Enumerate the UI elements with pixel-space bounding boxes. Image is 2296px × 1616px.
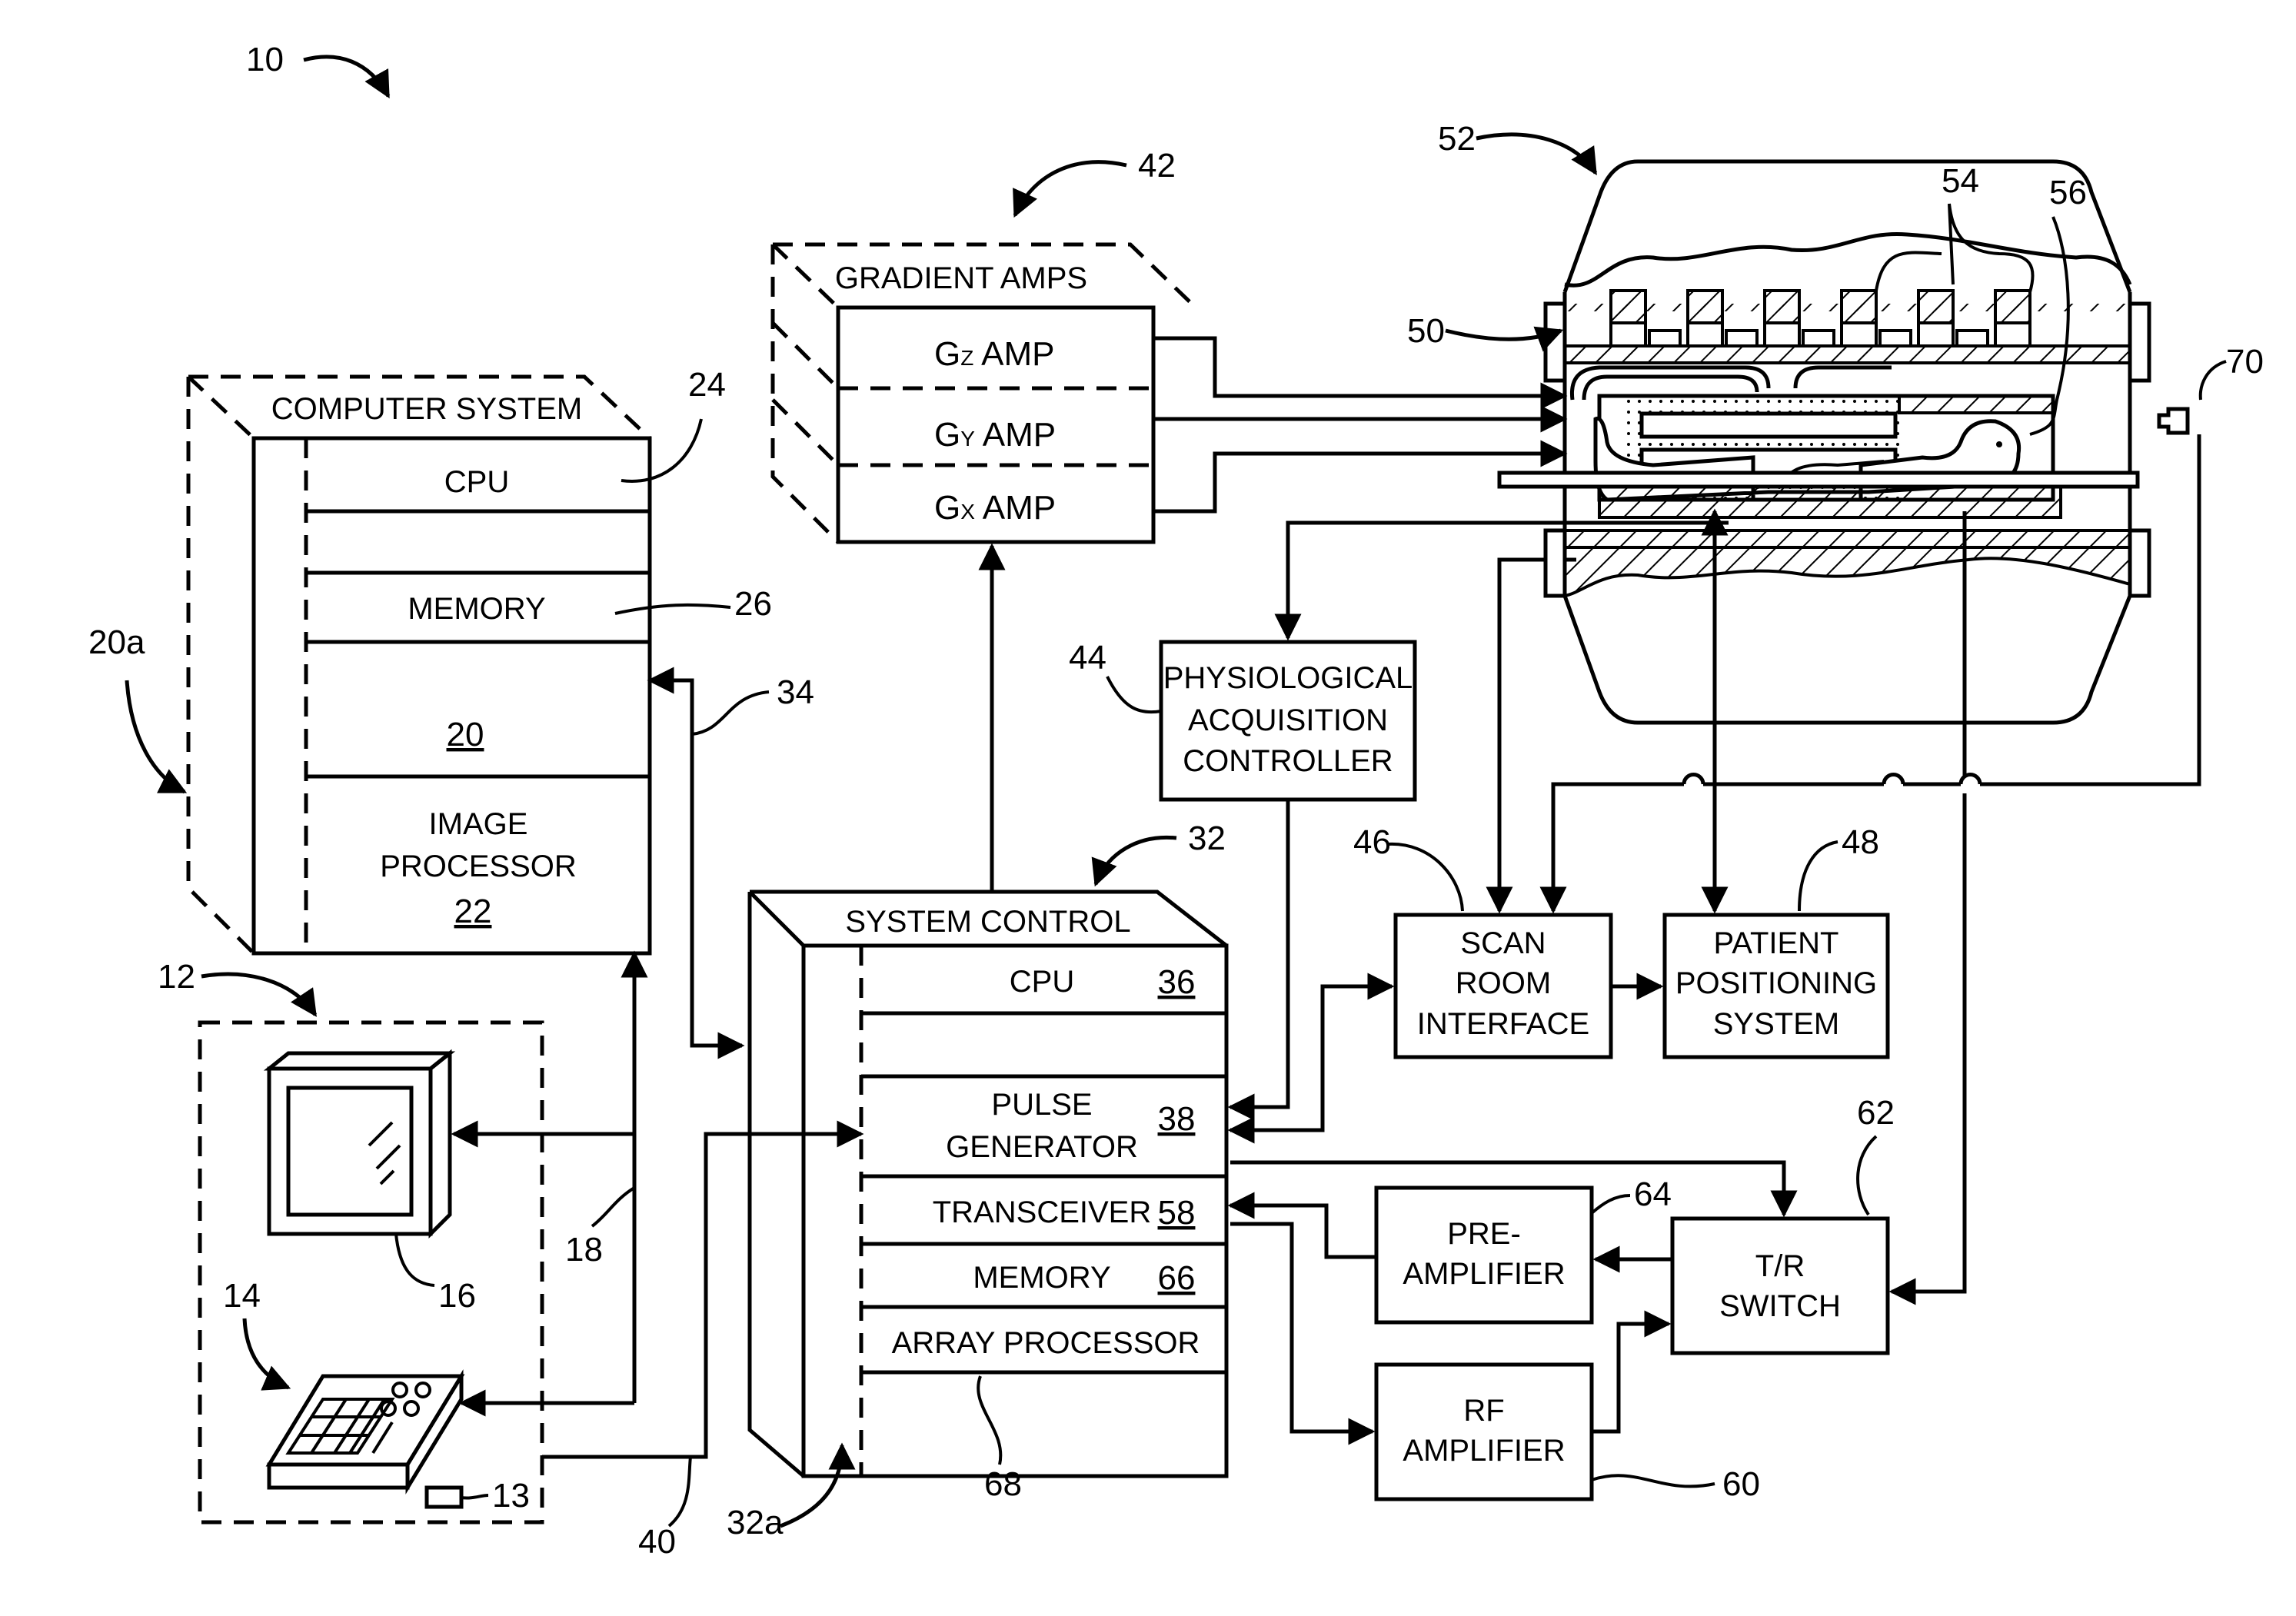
svg-text:RF: RF	[1463, 1394, 1504, 1428]
image-processor-label-1: IMAGE	[429, 807, 528, 841]
svg-text:ACQUISITION: ACQUISITION	[1188, 703, 1388, 737]
ref-13: 13	[492, 1477, 530, 1515]
ref-10-arrow	[303, 55, 391, 99]
ref-52: 52	[1438, 120, 1476, 158]
ref-60: 60	[1722, 1465, 1760, 1503]
svg-text:MEMORY: MEMORY	[973, 1261, 1110, 1295]
svg-text:ARRAY PROCESSOR: ARRAY PROCESSOR	[892, 1326, 1200, 1360]
magnet-housing-bottom	[1562, 595, 2132, 725]
ref-16: 16	[438, 1277, 476, 1315]
gz-amp-label: GZ AMP	[934, 335, 1055, 373]
gradient-amps-title: GRADIENT AMPS	[835, 261, 1087, 295]
patient-table	[1497, 471, 2140, 489]
ref-32: 32	[1188, 820, 1226, 857]
computer-cpu-label: CPU	[444, 465, 509, 499]
ref-10: 10	[246, 41, 284, 78]
svg-text:AMPLIFIER: AMPLIFIER	[1403, 1257, 1565, 1291]
operator-console: 12 16 13 14	[158, 958, 544, 1525]
ref-20: 20	[447, 716, 484, 753]
svg-text:CONTROLLER: CONTROLLER	[1183, 744, 1393, 778]
mouse-icon	[424, 1485, 464, 1509]
ref-40: 40	[638, 1523, 676, 1561]
svg-text:T/R: T/R	[1755, 1249, 1805, 1283]
display-monitor-icon	[263, 1049, 456, 1239]
mri-system-diagram: 10 COMPUTER SYSTEM CPU MEMORY 20 IMAGE P…	[88, 41, 2264, 1561]
computer-system: COMPUTER SYSTEM CPU MEMORY 20 IMAGE PROC…	[88, 366, 772, 956]
ref-34: 34	[777, 673, 814, 711]
svg-text:AMPLIFIER: AMPLIFIER	[1403, 1434, 1565, 1468]
svg-text:TRANSCEIVER: TRANSCEIVER	[933, 1195, 1152, 1229]
link-40: 40	[542, 1120, 864, 1561]
ref-64: 64	[1634, 1175, 1672, 1213]
ref-70: 70	[2226, 343, 2264, 381]
gy-amp-label: GY AMP	[934, 416, 1056, 454]
image-processor-label-2: PROCESSOR	[380, 850, 577, 883]
magnet-assembly: 52 50 54 56	[1407, 120, 2151, 725]
ref-22: 22	[454, 893, 492, 930]
ref-18: 18	[565, 1231, 603, 1269]
keyboard-icon	[265, 1369, 465, 1495]
ref-26: 26	[734, 585, 772, 623]
ref-36: 36	[1158, 963, 1196, 1001]
ref-42: 42	[1138, 147, 1176, 185]
magnet-housing-top	[1562, 159, 2132, 293]
computer-memory-label: MEMORY	[408, 592, 545, 626]
ref-58: 58	[1158, 1194, 1196, 1232]
ref-56: 56	[2049, 174, 2087, 211]
ref-68: 68	[984, 1465, 1022, 1503]
pre-amplifier: PRE- AMPLIFIER 64	[1227, 1175, 1672, 1325]
ref-62: 62	[1857, 1094, 1895, 1132]
svg-text:PULSE: PULSE	[991, 1088, 1092, 1122]
ref-48: 48	[1842, 823, 1879, 861]
ref-50: 50	[1407, 312, 1445, 350]
svg-text:INTERFACE: INTERFACE	[1417, 1007, 1589, 1041]
ref-54: 54	[1942, 162, 1979, 200]
ref-32a: 32a	[727, 1504, 784, 1541]
gx-amp-label: GX AMP	[934, 489, 1056, 527]
ref-20a: 20a	[88, 623, 145, 661]
svg-text:SYSTEM: SYSTEM	[1713, 1007, 1839, 1041]
svg-text:ROOM: ROOM	[1456, 966, 1551, 1000]
system-reference: 10	[246, 41, 391, 99]
ref-12: 12	[158, 958, 195, 996]
svg-text:PHYSIOLOGICAL: PHYSIOLOGICAL	[1163, 661, 1413, 695]
svg-text:SWITCH: SWITCH	[1719, 1289, 1841, 1323]
ref-24: 24	[688, 366, 726, 404]
camera-icon	[2157, 407, 2190, 435]
svg-text:CPU: CPU	[1010, 965, 1074, 999]
svg-text:PATIENT: PATIENT	[1714, 926, 1839, 960]
link-34: 34	[647, 667, 814, 1059]
gradient-amps: GRADIENT AMPS GZ AMP GY AMP GX AMP 42	[770, 147, 1568, 892]
scan-room-interface: SCAN ROOM INTERFACE 46	[1227, 557, 1664, 1144]
ref-46: 46	[1353, 823, 1391, 861]
svg-text:SCAN: SCAN	[1460, 926, 1546, 960]
system-control-title: SYSTEM CONTROL	[845, 905, 1130, 939]
ref-44: 44	[1069, 639, 1106, 677]
system-control: SYSTEM CONTROL CPU 36 PULSE GENERATOR 38…	[727, 820, 1229, 1541]
computer-system-title: COMPUTER SYSTEM	[271, 392, 582, 426]
rf-coil-windings-54	[1609, 289, 2031, 347]
physiological-acquisition-controller: PHYSIOLOGICAL ACQUISITION CONTROLLER 44	[1069, 520, 1729, 1121]
ref-14: 14	[223, 1277, 261, 1315]
svg-text:GENERATOR: GENERATOR	[946, 1130, 1138, 1164]
svg-text:POSITIONING: POSITIONING	[1675, 966, 1877, 1000]
svg-text:PRE-: PRE-	[1447, 1217, 1521, 1251]
ref-66: 66	[1158, 1259, 1196, 1297]
ref-38: 38	[1158, 1100, 1196, 1138]
